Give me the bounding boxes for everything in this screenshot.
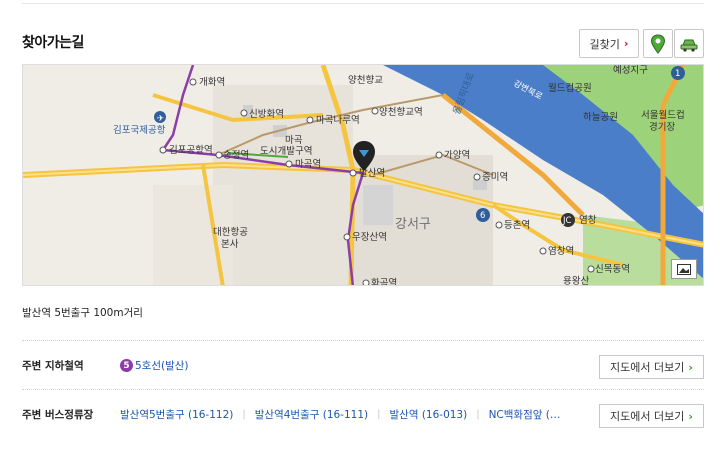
map-type-icon (677, 263, 691, 275)
bus-stop-link[interactable]: NC백화점앞 (… (489, 407, 561, 422)
separator: | (476, 409, 480, 420)
car-icon (680, 39, 698, 52)
map-label-gaehwa: 개화역 (199, 77, 225, 88)
map-label-yangcheon-station: 양천향교역 (379, 106, 423, 118)
map-label-jc: JC (562, 216, 572, 226)
map-label-yangcheon-hs: 양천향교 (348, 74, 383, 86)
map-label-route1: 1 (675, 69, 680, 79)
chevron-right-icon: › (623, 37, 629, 50)
map-label-magok-small: 마곡 (285, 135, 303, 146)
route-button-label: 길찾기 (589, 37, 620, 51)
map-label-seoul-worldcup: 서울월드컵 (641, 109, 685, 121)
bus-more-label: 지도에서 더보기 (610, 410, 685, 423)
map-label-airport: 김포국제공항 (113, 124, 166, 136)
map-label-yongwangsan: 용왕산 (563, 276, 589, 286)
map-label-hwagok: 화곡역 (371, 278, 397, 286)
section-title: 찾아가는길 (22, 35, 84, 51)
bus-row: 주변 버스정류장 발산역5번출구 (16-112) | 발산역4번출구 (16-… (22, 389, 704, 438)
subway-line-link[interactable]: 5호선(발산) (135, 358, 189, 373)
map-label-jeungmi: 증미역 (482, 172, 508, 183)
bus-more-button[interactable]: 지도에서 더보기 › (599, 404, 704, 428)
map-label-gangseo: 강서구 (395, 217, 431, 232)
bus-stop-link[interactable]: 발산역4번출구 (16-111) (255, 407, 368, 422)
separator: | (377, 409, 381, 420)
car-button[interactable] (674, 29, 704, 58)
map-pin-button[interactable] (643, 29, 673, 58)
route-button[interactable]: 길찾기 › (579, 29, 639, 58)
subway-more-button[interactable]: 지도에서 더보기 › (599, 355, 704, 379)
map-label-worldcup-park: 월드컵공원 (548, 82, 592, 94)
map-pin-icon (650, 33, 666, 54)
top-divider (22, 3, 704, 4)
map-label-route6: 6 (480, 211, 485, 221)
svg-text:✈: ✈ (157, 114, 164, 124)
map-label-sinbang: 신방화역 (249, 109, 284, 120)
map-label-gayang: 가양역 (444, 150, 470, 161)
line5-badge-icon: 5 (120, 359, 133, 372)
bus-stop-link[interactable]: 발산역5번출구 (16-112) (120, 407, 233, 422)
map-label-dosi-balgu: 도시개발구역 (260, 146, 312, 157)
chevron-right-icon: › (688, 409, 693, 423)
bus-stop-link[interactable]: 발산역 (16-013) (390, 407, 468, 422)
map-label-gimpo-station: 김포공항역 (169, 144, 213, 156)
location-map[interactable]: ✈ 개화역 양천향교 양천향교역 신방화역 마곡나루역 김포국제공항 김포공항역… (22, 64, 704, 286)
map-label-daehan-hq2: 본사 (221, 239, 239, 250)
subway-row: 주변 지하철역 5 5호선(발산) 지도에서 더보기 › (22, 340, 704, 389)
subway-list: 5 5호선(발산) (120, 358, 189, 373)
map-label-deungchon: 등촌역 (504, 220, 530, 231)
map-label-yeomchang: 염창역 (548, 246, 574, 257)
separator: | (242, 409, 246, 420)
subway-more-label: 지도에서 더보기 (610, 361, 685, 374)
chevron-right-icon: › (688, 360, 693, 374)
bus-stop-list: 발산역5번출구 (16-112) | 발산역4번출구 (16-111) | 발산… (120, 407, 560, 422)
map-label-ujangsan: 우장산역 (352, 232, 387, 243)
map-type-button[interactable] (671, 259, 697, 279)
map-label-magoknaru: 마곡나루역 (316, 115, 360, 126)
map-label-yeomchang-jc: 염창 (579, 215, 597, 226)
address-text: 발산역 5번출구 100m거리 (22, 307, 143, 319)
map-canvas[interactable]: ✈ 개화역 양천향교 양천향교역 신방화역 마곡나루역 김포국제공항 김포공항역… (23, 65, 704, 286)
map-label-songjeong: 송정역 (223, 150, 249, 161)
map-label-stadium: 경기장 (649, 121, 675, 133)
map-label-sinmokdong: 신목동역 (595, 264, 630, 275)
map-label-daehan-hq: 대한항공 (213, 227, 248, 238)
map-label-haneul-park: 하늘공원 (583, 111, 618, 123)
map-label-magok-station: 마곡역 (295, 159, 321, 170)
map-label-yeonseong: 예성지구 (613, 65, 648, 76)
bus-label: 주변 버스정류장 (22, 409, 94, 421)
subway-label: 주변 지하철역 (22, 360, 84, 372)
